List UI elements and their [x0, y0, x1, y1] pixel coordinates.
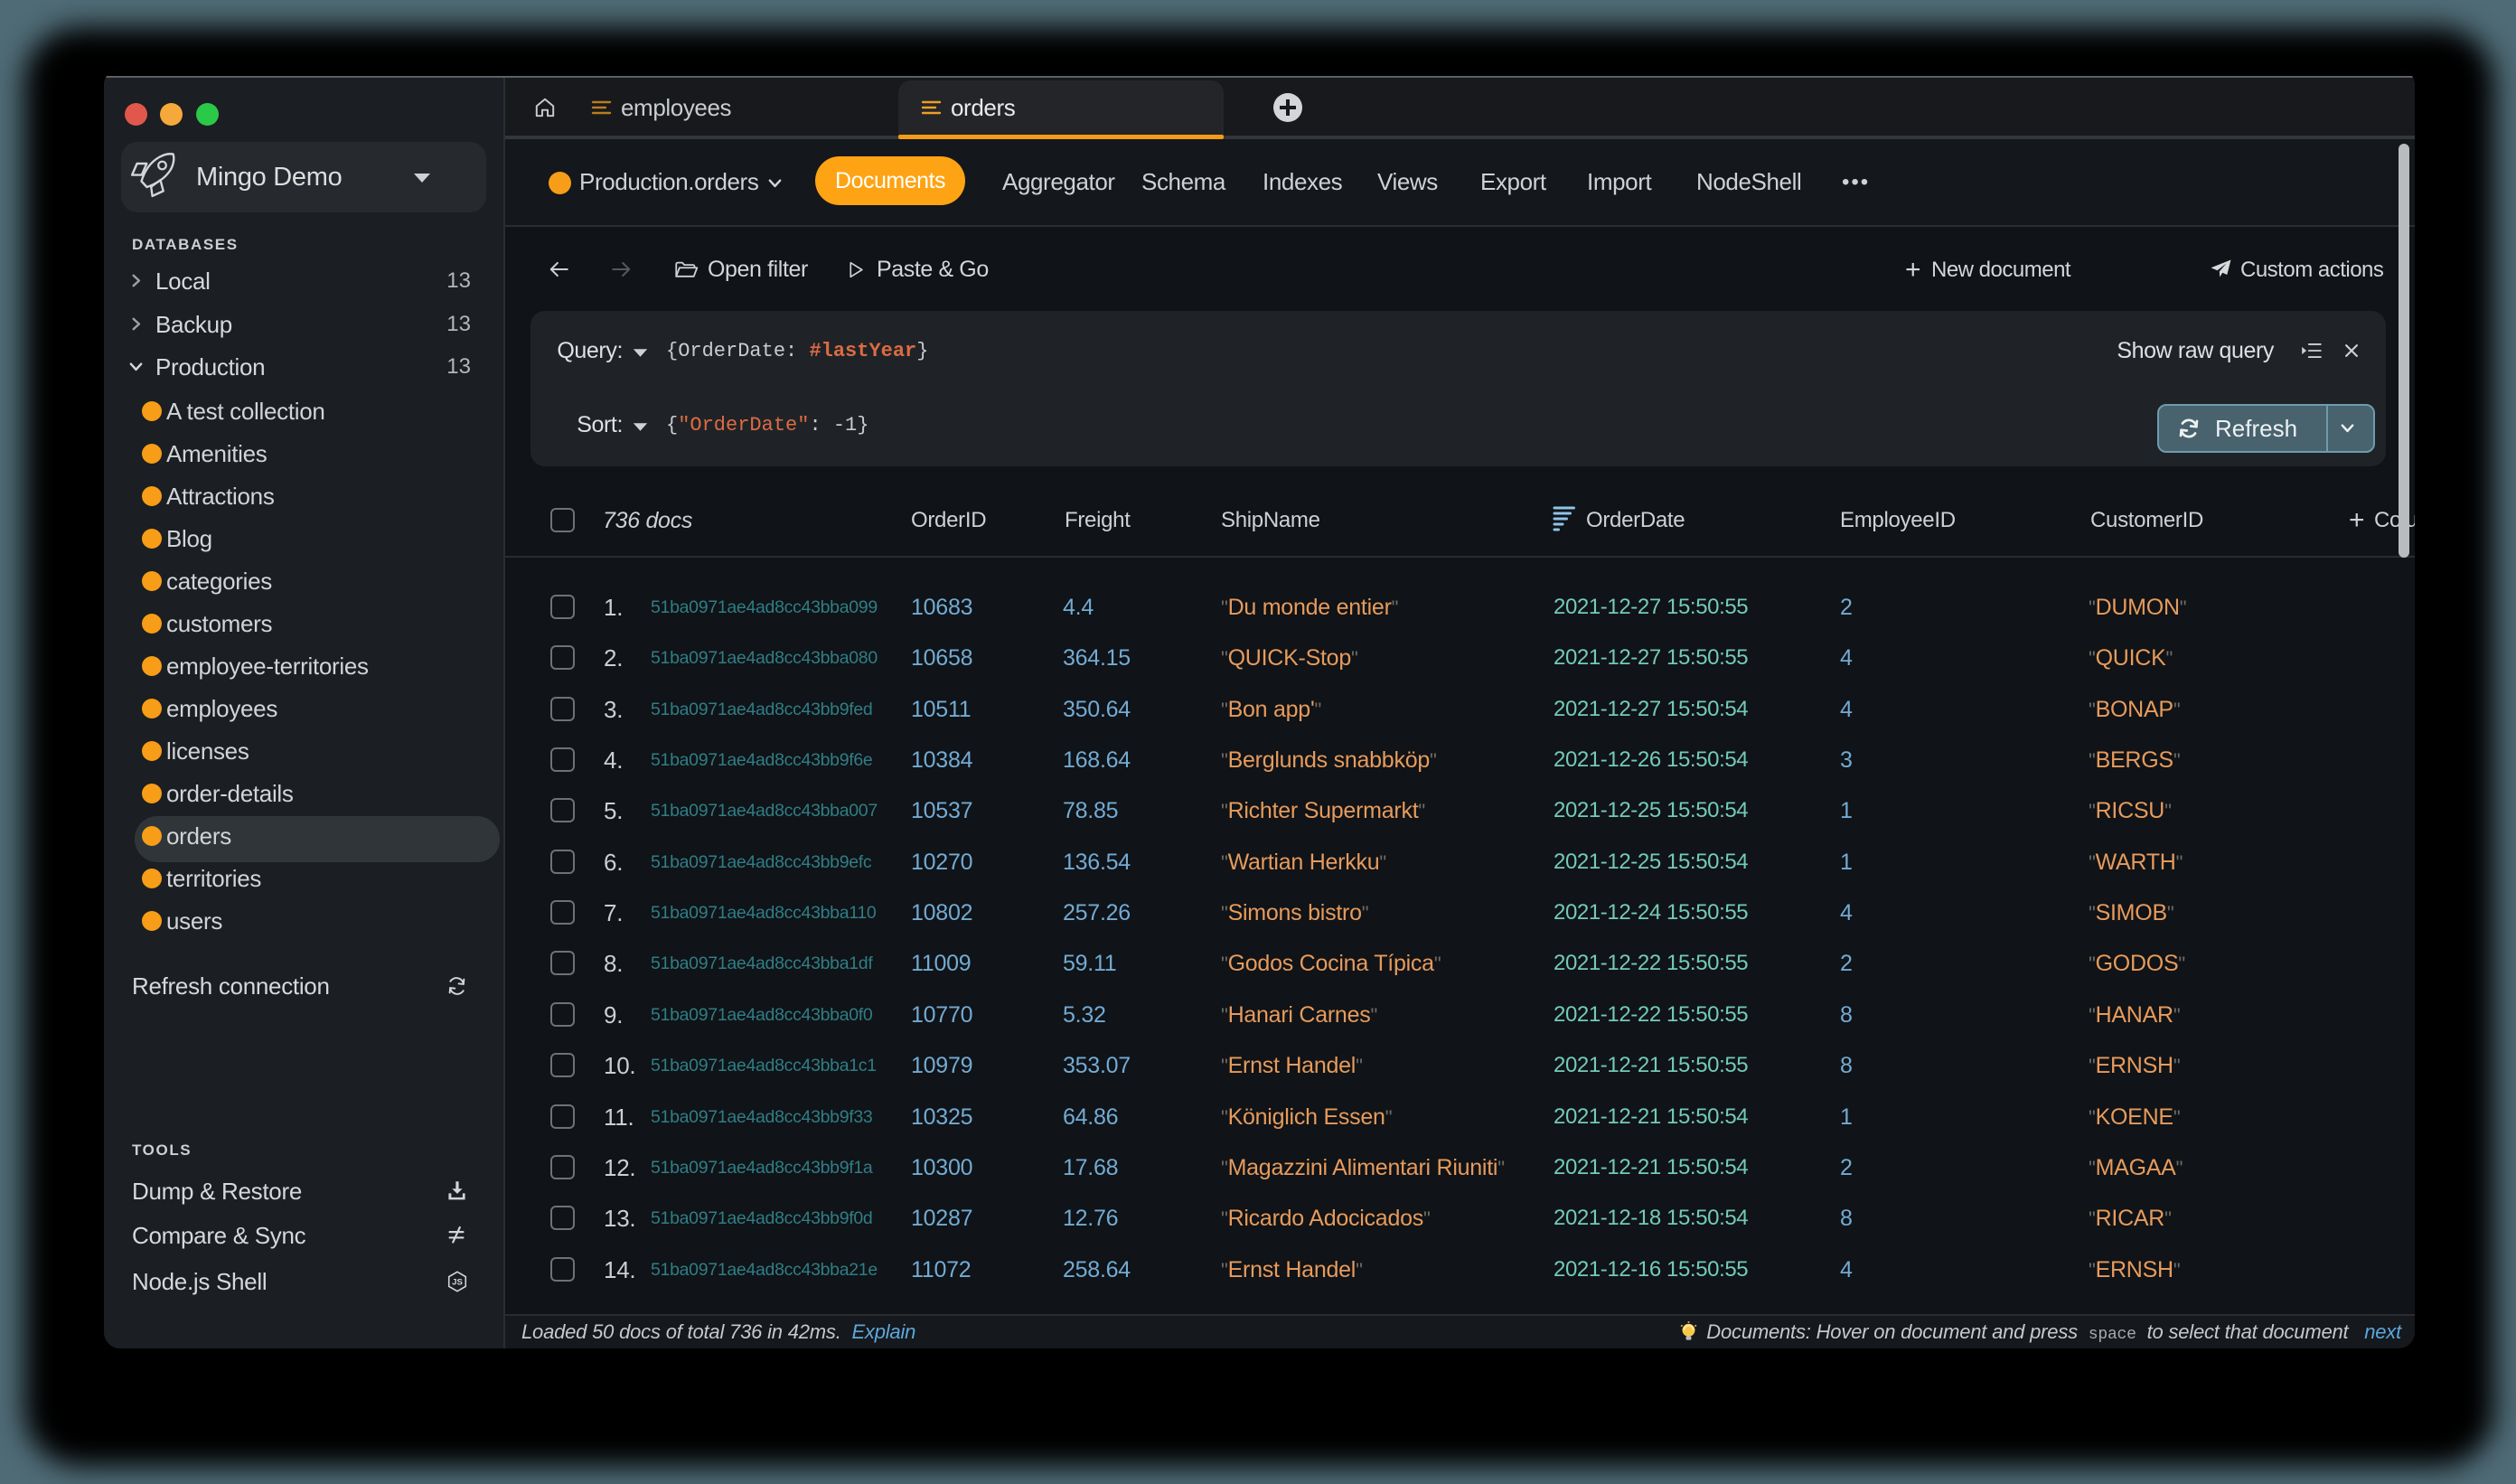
svg-text:JS: JS — [452, 1278, 463, 1288]
